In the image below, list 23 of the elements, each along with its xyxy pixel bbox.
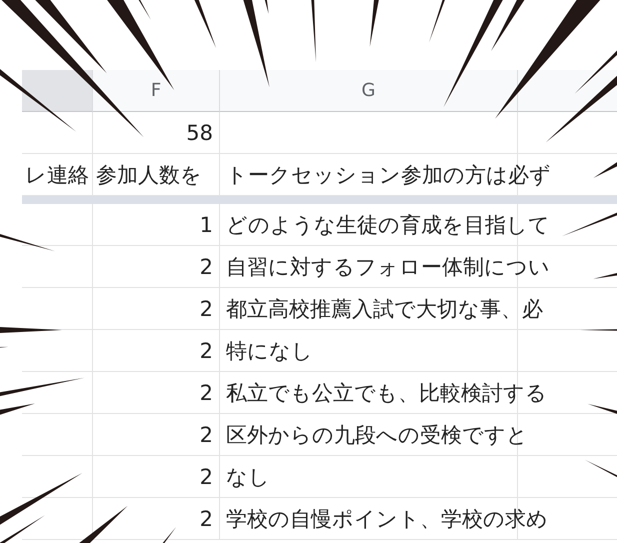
- table-cell: 2: [200, 380, 213, 404]
- table-cell: 2: [200, 338, 213, 362]
- table-cell-text: なし: [226, 464, 270, 490]
- table-cell-text: レ連絡: [25, 162, 89, 188]
- table-cell: 2: [200, 254, 213, 278]
- table-cell: 2: [200, 506, 213, 530]
- table-cell: 58: [186, 120, 213, 144]
- column-header[interactable]: F: [93, 70, 220, 112]
- table-cell-text: 自習に対するフォロー体制につい: [226, 254, 550, 280]
- table-cell-text: 私立でも公立でも、比較検討する: [226, 380, 547, 406]
- table-cell: 2: [200, 464, 213, 488]
- table-cell-text: 都立高校推薦入試で大切な事、必: [226, 296, 543, 322]
- table-cell: 2: [200, 296, 213, 320]
- table-cell-text: 特になし: [226, 338, 313, 364]
- table-cell: 1: [200, 212, 213, 236]
- column-header[interactable]: G: [220, 70, 518, 112]
- table-cell-text: トークセッション参加の方は必ず: [226, 162, 551, 188]
- table-cell-text: どのような生徒の育成を目指して: [226, 212, 550, 238]
- table-cell: 2: [200, 422, 213, 446]
- table-cell-text: 参加人数を: [96, 162, 202, 188]
- column-header[interactable]: [22, 70, 93, 112]
- table-cell-text: 区外からの九段への受検ですと: [226, 422, 528, 448]
- table-cell-text: 学校の自慢ポイント、学校の求め: [226, 506, 548, 532]
